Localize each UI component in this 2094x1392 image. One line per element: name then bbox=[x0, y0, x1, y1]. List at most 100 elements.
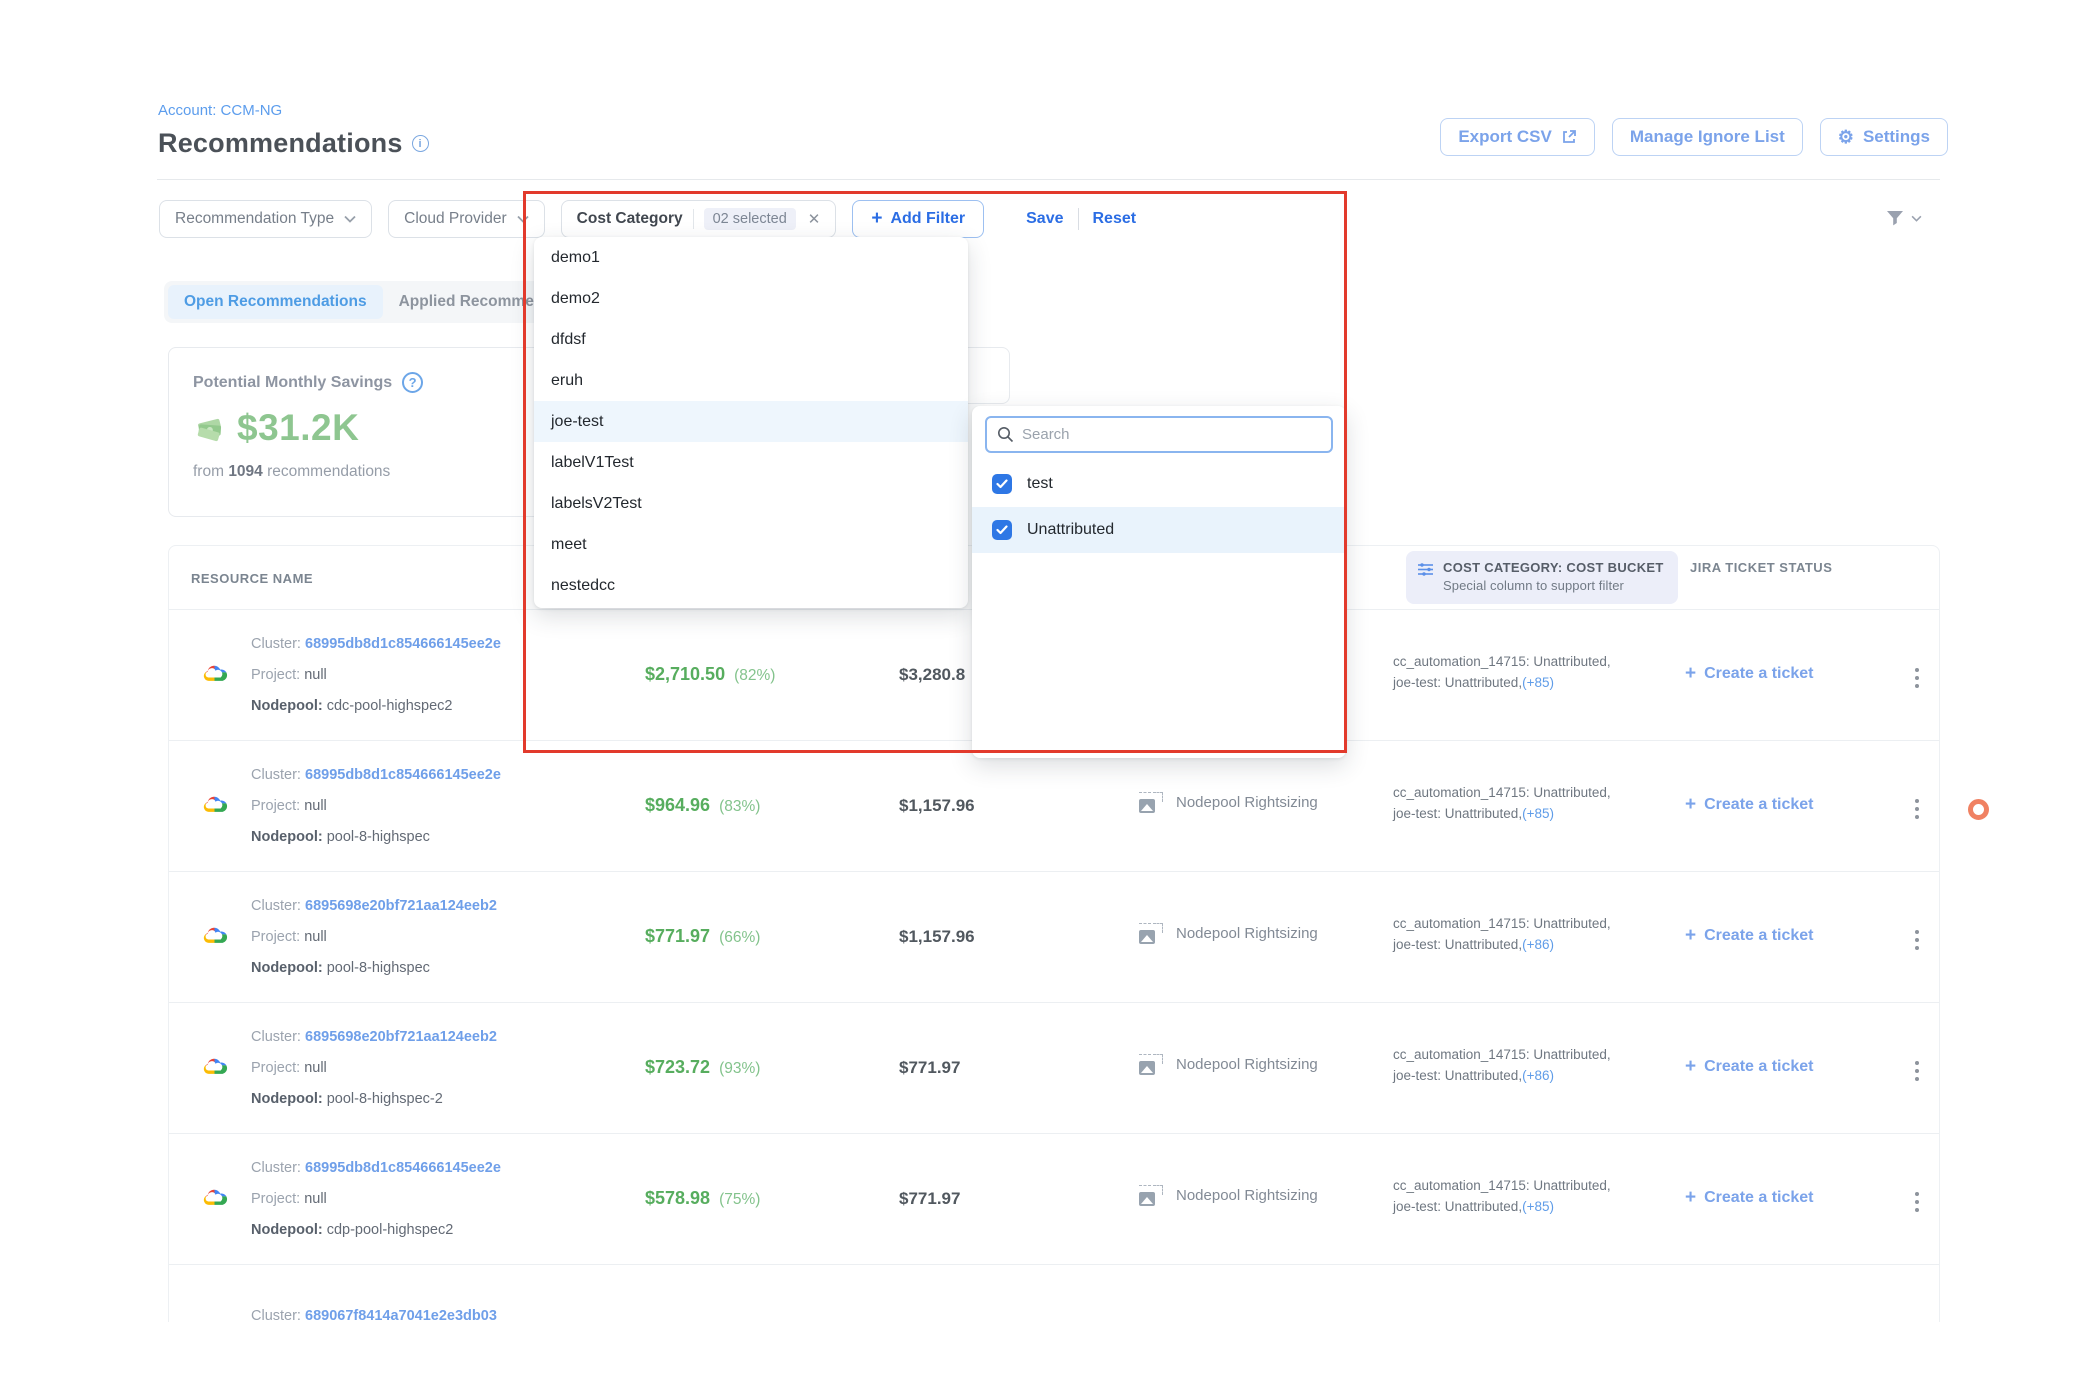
tab-open-recommendations[interactable]: Open Recommendations bbox=[168, 285, 383, 319]
export-csv-button[interactable]: Export CSV bbox=[1440, 118, 1595, 156]
filter-panel-button[interactable] bbox=[1883, 206, 1922, 230]
dropdown-item[interactable]: demo1 bbox=[534, 237, 968, 278]
project-value: null bbox=[304, 929, 327, 945]
project-value: null bbox=[304, 798, 327, 814]
row-menu-button[interactable] bbox=[1909, 1055, 1925, 1087]
cluster-link[interactable]: 68995db8d1c854666145ee2e bbox=[305, 767, 501, 783]
help-icon[interactable]: ? bbox=[402, 372, 423, 393]
checkbox-checked-icon[interactable] bbox=[992, 474, 1012, 494]
create-ticket-button[interactable]: + Create a ticket bbox=[1685, 1187, 1814, 1209]
filter-recommendation-type[interactable]: Recommendation Type bbox=[159, 200, 372, 238]
savings-amount: $31.2K bbox=[237, 407, 359, 449]
column-header-resource-name: RESOURCE NAME bbox=[191, 571, 313, 586]
create-ticket-button[interactable]: + Create a ticket bbox=[1685, 925, 1814, 947]
monthly-savings-cell: $964.96 (83%) bbox=[645, 795, 760, 816]
gcp-icon bbox=[201, 793, 228, 821]
gcp-icon bbox=[201, 662, 228, 690]
dropdown-item[interactable]: dfdsf bbox=[534, 319, 968, 360]
monthly-cost-cell: $1,157.96 bbox=[899, 796, 975, 816]
table-row: Cluster: 68995db8d1c854666145ee2e Projec… bbox=[169, 740, 1939, 871]
row-menu-button[interactable] bbox=[1909, 924, 1925, 956]
nodepool-value: pool-8-highspec bbox=[327, 829, 430, 845]
plus-icon: + bbox=[1685, 794, 1696, 816]
account-breadcrumb[interactable]: Account: CCM-NG bbox=[158, 102, 282, 119]
cluster-link[interactable]: 68995db8d1c854666145ee2e bbox=[305, 636, 501, 652]
manage-ignore-list-button[interactable]: Manage Ignore List bbox=[1612, 118, 1803, 156]
dropdown-item[interactable]: demo2 bbox=[534, 278, 968, 319]
table-row: Cluster: 6895698e20bf721aa124eeb2 Projec… bbox=[169, 1002, 1939, 1133]
dropdown-item[interactable]: eruh bbox=[534, 360, 968, 401]
create-ticket-label: Create a ticket bbox=[1704, 1058, 1813, 1076]
more-buckets-link[interactable]: (+85) bbox=[1522, 806, 1554, 821]
filter-cloud-provider[interactable]: Cloud Provider bbox=[388, 200, 545, 238]
row-menu-button[interactable] bbox=[1909, 1186, 1925, 1218]
external-link-icon bbox=[1561, 129, 1577, 145]
dropdown-item[interactable]: joe-test bbox=[534, 401, 968, 442]
dropdown-item[interactable]: labelV1Test bbox=[534, 442, 968, 483]
column-header-cost-category[interactable]: COST CATEGORY: COST BUCKET Special colum… bbox=[1406, 551, 1678, 604]
cost-category-dropdown: demo1demo2dfdsferuhjoe-testlabelV1Testla… bbox=[534, 237, 968, 608]
table-row: Cluster: 6895698e20bf721aa124eeb2 Projec… bbox=[169, 871, 1939, 1002]
cost-bucket-cell: cc_automation_14715: Unattributed, joe-t… bbox=[1393, 651, 1693, 693]
resource-type-cell: Nodepool Rightsizing bbox=[1139, 1054, 1318, 1075]
recommendations-page: Account: CCM-NG Recommendations i Export… bbox=[0, 0, 2094, 1392]
nodepool-value: pool-8-highspec-2 bbox=[327, 1091, 443, 1107]
nodepool-icon bbox=[1139, 1185, 1163, 1206]
search-input[interactable] bbox=[1022, 426, 1272, 443]
nodepool-icon bbox=[1139, 923, 1163, 944]
recommendation-count: 1094 bbox=[228, 463, 262, 480]
chevron-down-icon bbox=[517, 215, 529, 223]
more-buckets-link[interactable]: (+85) bbox=[1522, 1199, 1554, 1214]
notification-dot bbox=[1968, 799, 1989, 820]
gcp-icon bbox=[201, 924, 228, 952]
header-divider bbox=[157, 179, 1940, 180]
reset-filter-button[interactable]: Reset bbox=[1093, 210, 1137, 228]
plus-icon: + bbox=[1685, 925, 1696, 947]
create-ticket-button[interactable]: + Create a ticket bbox=[1685, 794, 1814, 816]
cost-bucket-cell: cc_automation_14715: Unattributed, joe-t… bbox=[1393, 1175, 1693, 1217]
filter-cost-category[interactable]: Cost Category 02 selected ✕ bbox=[561, 200, 837, 238]
monthly-cost-cell: $1,157.96 bbox=[899, 927, 975, 947]
cluster-link[interactable]: 6895698e20bf721aa124eeb2 bbox=[305, 1029, 497, 1045]
cash-icon bbox=[193, 413, 227, 443]
resource-type-cell: Nodepool Rightsizing bbox=[1139, 923, 1318, 944]
more-buckets-link[interactable]: (+86) bbox=[1522, 1068, 1554, 1083]
cost-bucket-popover: test Unattributed bbox=[972, 406, 1346, 758]
gcp-icon bbox=[201, 1186, 228, 1214]
cluster-link[interactable]: 6895698e20bf721aa124eeb2 bbox=[305, 898, 497, 914]
bucket-option[interactable]: Unattributed bbox=[972, 507, 1346, 553]
plus-icon: + bbox=[1685, 1056, 1696, 1078]
info-icon[interactable]: i bbox=[412, 135, 429, 152]
cost-bucket-cell: cc_automation_14715: Unattributed, joe-t… bbox=[1393, 1044, 1693, 1086]
create-ticket-button[interactable]: + Create a ticket bbox=[1685, 1056, 1814, 1078]
cluster-link[interactable]: 68995db8d1c854666145ee2e bbox=[305, 1160, 501, 1176]
bucket-option[interactable]: test bbox=[972, 461, 1346, 507]
checkbox-checked-icon[interactable] bbox=[992, 520, 1012, 540]
dropdown-item[interactable]: labelsV2Test bbox=[534, 483, 968, 524]
monthly-savings-cell: $771.97 (66%) bbox=[645, 926, 760, 947]
add-filter-button[interactable]: + Add Filter bbox=[852, 200, 984, 238]
monthly-savings-cell: $578.98 (75%) bbox=[645, 1188, 760, 1209]
dropdown-item[interactable]: nestedcc bbox=[534, 565, 968, 606]
plus-icon: + bbox=[1685, 663, 1696, 685]
search-box bbox=[985, 416, 1333, 453]
cost-bucket-cell: cc_automation_14715: Unattributed, joe-t… bbox=[1393, 782, 1693, 824]
project-value: null bbox=[304, 1191, 327, 1207]
more-buckets-link[interactable]: (+85) bbox=[1522, 675, 1554, 690]
table-row: Cluster: 68995db8d1c854666145ee2e Projec… bbox=[169, 1133, 1939, 1264]
more-buckets-link[interactable]: (+86) bbox=[1522, 937, 1554, 952]
project-value: null bbox=[304, 667, 327, 683]
gear-icon: ⚙ bbox=[1838, 127, 1854, 148]
nodepool-value: pool-8-highspec bbox=[327, 960, 430, 976]
save-filter-button[interactable]: Save bbox=[1026, 210, 1063, 228]
resource-type-cell: Nodepool Rightsizing bbox=[1139, 792, 1318, 813]
settings-button[interactable]: ⚙ Settings bbox=[1820, 118, 1948, 156]
create-ticket-button[interactable]: + Create a ticket bbox=[1685, 663, 1814, 685]
row-menu-button[interactable] bbox=[1909, 793, 1925, 825]
create-ticket-label: Create a ticket bbox=[1704, 1189, 1813, 1207]
row-menu-button[interactable] bbox=[1909, 662, 1925, 694]
dropdown-item[interactable]: meet bbox=[534, 524, 968, 565]
clear-filter-icon[interactable]: ✕ bbox=[808, 210, 821, 228]
create-ticket-label: Create a ticket bbox=[1704, 796, 1813, 814]
nodepool-icon bbox=[1139, 792, 1163, 813]
